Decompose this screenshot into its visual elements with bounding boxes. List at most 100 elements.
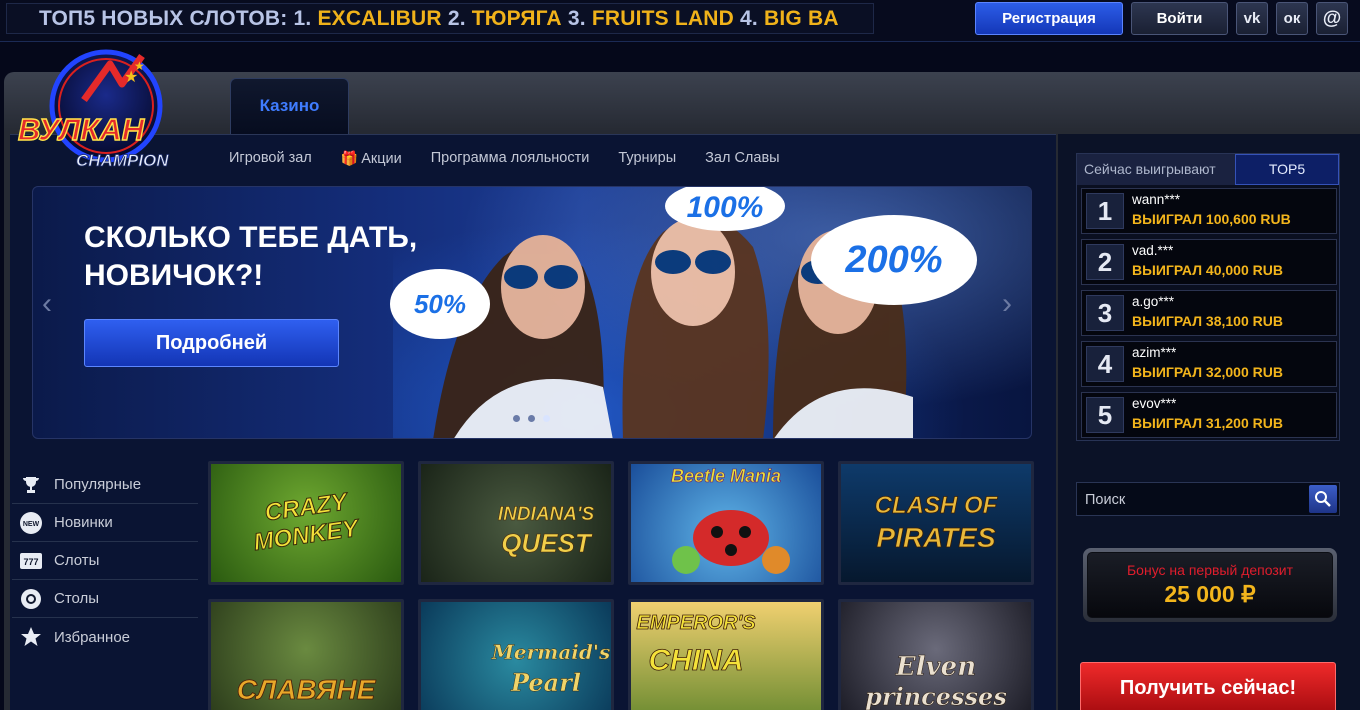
game-tile-slavyane[interactable]: СЛАВЯНЕ [208,599,404,710]
game-title: Elven [895,652,977,683]
ticker-game[interactable]: ТЮРЯГА [472,7,562,30]
category-popular[interactable]: Популярные [12,466,198,504]
winner-row: 4 azim*** ВЫИГРАЛ 32,000 RUB [1081,341,1337,387]
winner-name: evov*** [1132,396,1177,411]
search-input[interactable] [1085,487,1305,512]
game-tile-mermaids-pearl[interactable]: Mermaid's Pearl [418,599,614,710]
slot-reels-text: 777 [23,557,38,567]
new-slots-ticker[interactable]: ТОП5 НОВЫХ СЛОТОВ: 1. EXCALIBUR 2. ТЮРЯГ… [6,3,874,34]
subnav-item-tournaments[interactable]: Турниры [618,150,676,170]
winner-amount: ВЫИГРАЛ 40,000 RUB [1132,262,1283,278]
game-tile-crazy-monkey[interactable]: CRAZY MONKEY [208,461,404,585]
star-icon [18,624,44,650]
winner-amount: ВЫИГРАЛ 31,200 RUB [1132,415,1283,431]
ticker-num: 3. [567,7,586,30]
ticker-game[interactable]: FRUITS LAND [592,7,734,30]
chevron-left-icon[interactable]: ‹ [42,287,52,321]
ticker-num: 1. [293,7,312,30]
odnoklassniki-icon[interactable]: ок [1276,2,1308,35]
login-button[interactable]: Войти [1131,2,1228,35]
subnav-item-hall[interactable]: Игровой зал [229,150,312,170]
game-tile-emperors-china[interactable]: EMPEROR'S CHINA [628,599,824,710]
carousel-dot[interactable] [513,415,520,422]
register-button[interactable]: Регистрация [975,2,1123,35]
game-title: princesses [865,682,1007,710]
get-now-button[interactable]: Получить сейчас! [1080,662,1336,710]
game-title: QUEST [501,528,591,559]
category-tables[interactable]: Столы [12,580,198,618]
trophy-icon [18,472,44,498]
category-label: Новинки [54,514,113,531]
winner-rank: 5 [1086,397,1124,433]
bubble-200: 200% [811,215,977,305]
top-bar: ТОП5 НОВЫХ СЛОТОВ: 1. EXCALIBUR 2. ТЮРЯГ… [0,0,1360,42]
gift-icon: 🎁 [340,150,359,166]
banner-more-button[interactable]: Подробней [84,319,339,367]
winner-amount: ВЫИГРАЛ 100,600 RUB [1132,211,1291,227]
winner-rank: 3 [1086,295,1124,331]
game-title-part: Beetle [670,466,726,487]
category-label: Слоты [54,552,100,569]
bonus-title: Бонус на первый депозит [1126,562,1294,578]
ticker-game[interactable]: BIG BA [764,7,839,30]
category-favorites[interactable]: Избранное [12,618,198,656]
carousel-dot[interactable] [543,415,550,422]
category-label: Популярные [54,476,142,493]
winner-row: 5 evov*** ВЫИГРАЛ 31,200 RUB [1081,392,1337,438]
winners-tabs: Сейчас выигрывают TOP5 [1077,154,1339,185]
subnav-label: Акции [361,151,402,167]
winner-rank: 2 [1086,244,1124,280]
promo-banner[interactable]: 50% 100% 200% СКОЛЬКО ТЕБЕ ДАТЬ, НОВИЧОК… [32,186,1032,439]
tab-casino[interactable]: Казино [230,78,349,135]
category-label: Столы [54,590,100,607]
banner-title: СКОЛЬКО ТЕБЕ ДАТЬ, НОВИЧОК?! [84,219,484,295]
winner-name: vad.*** [1132,243,1174,258]
winner-rank: 1 [1086,193,1124,229]
banner-title-line: НОВИЧОК?! [84,259,264,292]
subnav-item-hall-of-fame[interactable]: Зал Славы [705,150,779,170]
vk-icon[interactable]: vk [1236,2,1268,35]
ticker-game[interactable]: EXCALIBUR [317,7,441,30]
carousel-dot[interactable] [528,415,535,422]
new-badge-icon: NEW [18,510,44,536]
winner-name: a.go*** [1132,294,1175,309]
ticker-num: 4. [740,7,758,30]
winner-row: 1 wann*** ВЫИГРАЛ 100,600 RUB [1081,188,1337,234]
ticker-prefix: ТОП5 НОВЫХ СЛОТОВ: [39,7,288,30]
game-title: PIRATES [876,522,996,554]
subnav-item-promos[interactable]: 🎁 Акции [341,150,402,170]
category-menu: Популярные NEW Новинки 777 Слоты Столы И… [12,466,198,656]
email-icon[interactable]: @ [1316,2,1348,35]
logo[interactable]: ★ ★ ВУЛКАН CHAMPION [14,48,202,176]
game-title: Pearl [511,668,581,697]
tab-winning-now[interactable]: Сейчас выигрывают [1077,154,1239,185]
search-icon[interactable] [1309,485,1337,513]
search-box [1076,482,1340,516]
winner-name: azim*** [1132,345,1177,360]
svg-text:★: ★ [134,59,145,73]
subnav-item-loyalty[interactable]: Программа лояльности [431,150,590,170]
game-title: Mermaid's [491,640,611,664]
game-tile-indianas-quest[interactable]: INDIANA'S QUEST [418,461,614,585]
sub-navigation: Игровой зал 🎁 Акции Программа лояльности … [229,150,780,170]
bonus-display: Бонус на первый депозит 25 000 ₽ [1087,552,1333,618]
winners-widget: Сейчас выигрывают TOP5 1 wann*** ВЫИГРАЛ… [1076,153,1340,441]
winner-amount: ВЫИГРАЛ 32,000 RUB [1132,364,1283,380]
category-slots[interactable]: 777 Слоты [12,542,198,580]
logo-text-main: ВУЛКАН [18,112,145,147]
game-tile-beetle-mania[interactable]: Beetle Mania [628,461,824,585]
game-title: СЛАВЯНЕ [236,674,376,706]
beetle-art [672,510,790,574]
game-tile-clash-of-pirates[interactable]: CLASH OF PIRATES [838,461,1034,585]
category-new[interactable]: NEW Новинки [12,504,198,542]
chevron-right-icon[interactable]: › [1002,287,1012,321]
tab-top5[interactable]: TOP5 [1235,154,1339,185]
game-title: INDIANA'S [497,504,595,526]
game-title: CLASH OF [874,492,998,520]
game-tile-elven-princesses[interactable]: Elven princesses [838,599,1034,710]
bonus-amount: 25 000 ₽ [1164,581,1256,607]
game-title: Beetle Mania [631,466,821,487]
winner-rank: 4 [1086,346,1124,382]
winner-row: 2 vad.*** ВЫИГРАЛ 40,000 RUB [1081,239,1337,285]
slot-reels-icon: 777 [18,548,44,574]
